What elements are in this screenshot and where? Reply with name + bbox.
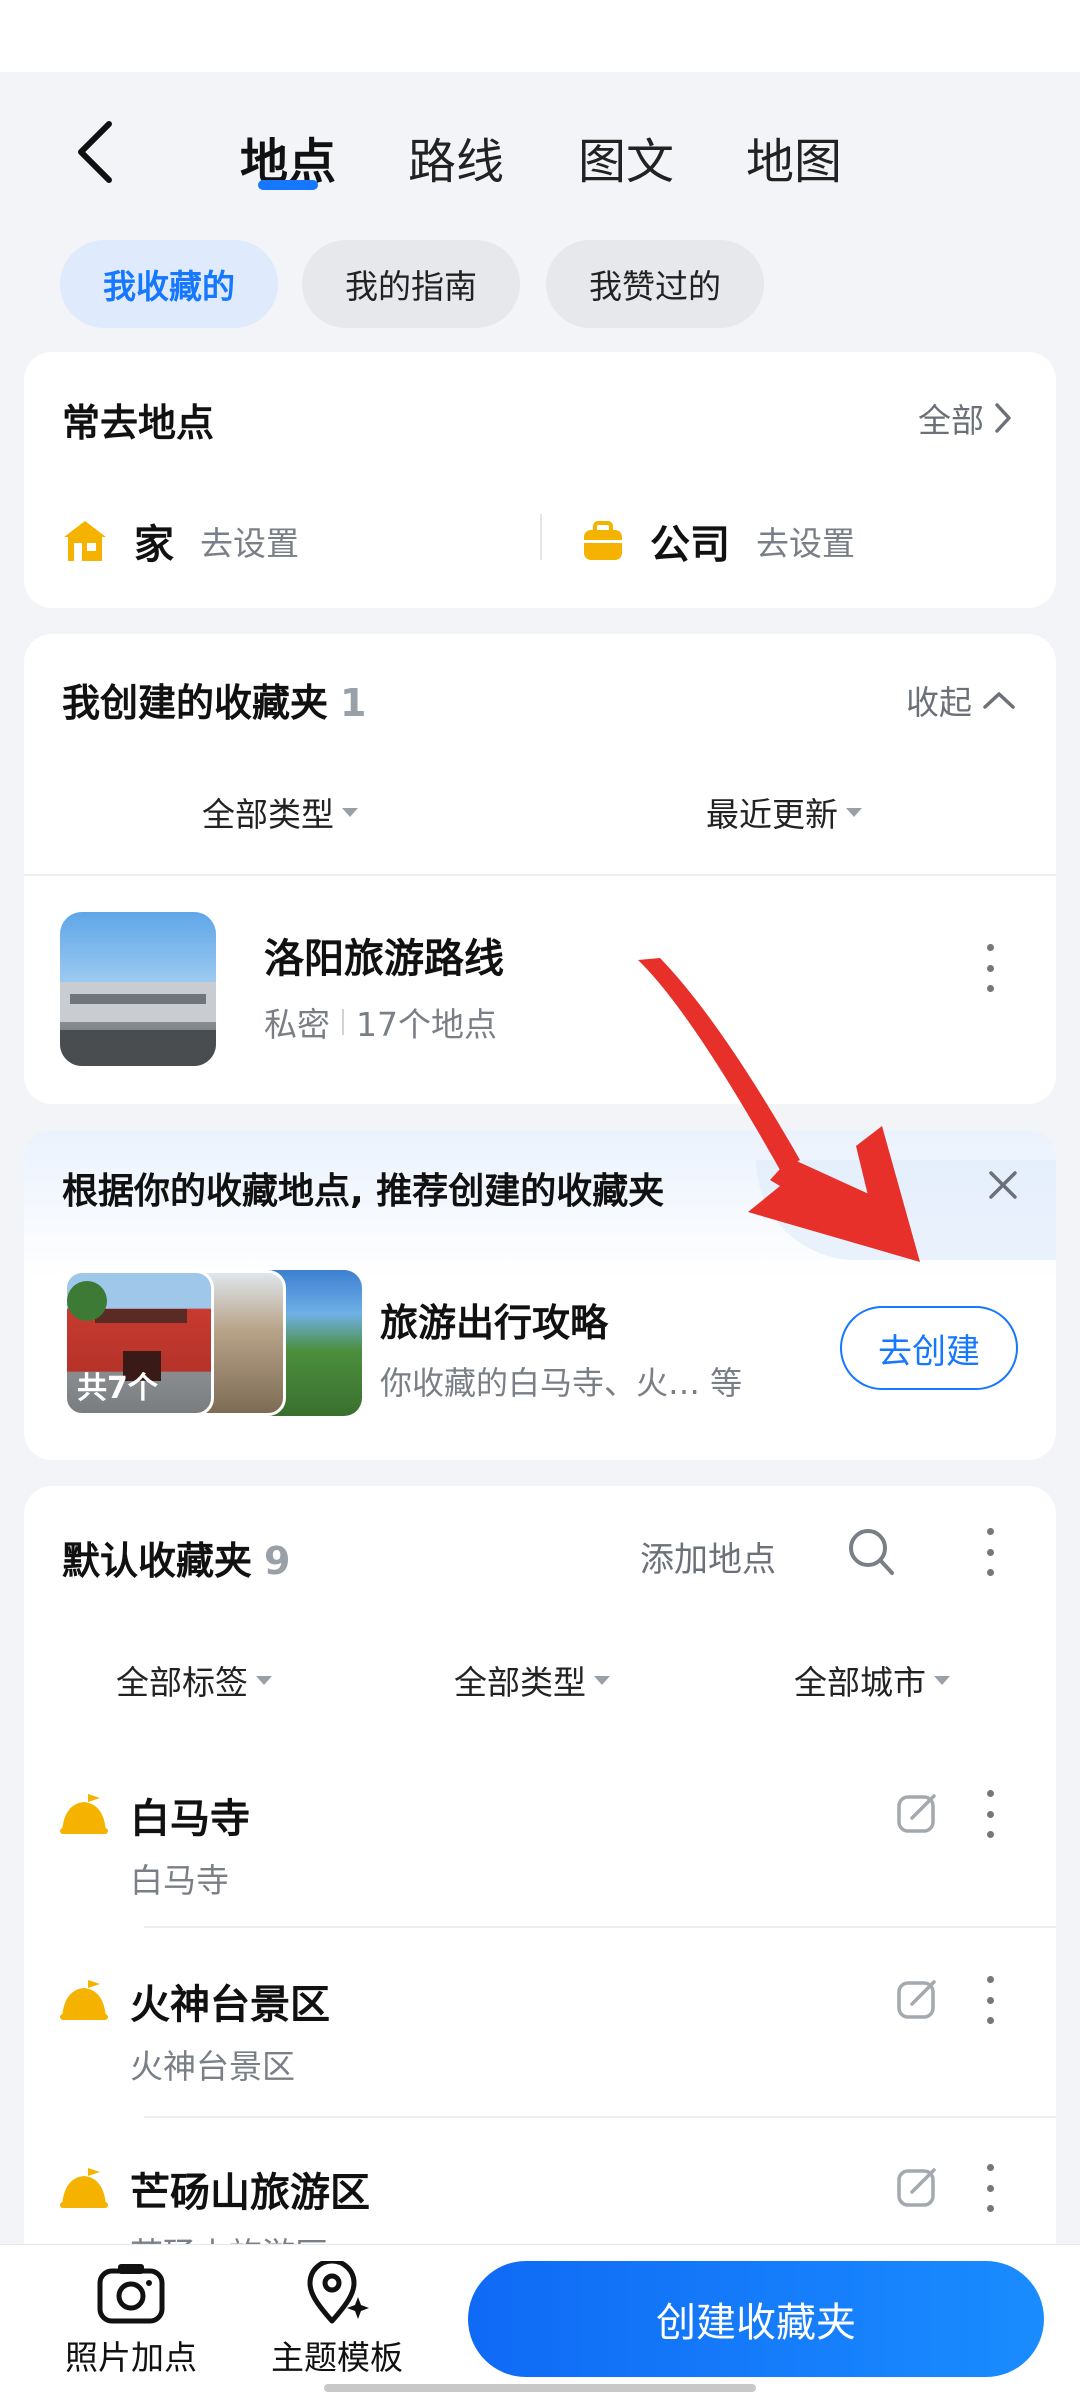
tab-routes[interactable]: 路线	[408, 122, 504, 192]
meta-divider	[342, 1009, 344, 1035]
my-folders-count: 1	[340, 681, 367, 725]
all-label: 全部	[918, 401, 984, 440]
top-nav: 地点 路线 图文 地图	[0, 72, 1080, 232]
home-set-action: 去设置	[200, 524, 299, 563]
back-arrow-icon	[78, 121, 112, 183]
edit-icon[interactable]	[896, 1978, 938, 2020]
photo-add-place-label: 照片加点	[65, 2338, 197, 2377]
recommend-desc: 你收藏的白马寺、火… 等	[380, 1364, 743, 1402]
vertical-divider	[540, 514, 542, 560]
chevron-up-icon	[983, 692, 1015, 709]
photo-count-badge: 共7个	[77, 1371, 158, 1406]
theme-template-button[interactable]: 主题模板	[262, 2261, 412, 2379]
close-icon[interactable]	[988, 1170, 1018, 1200]
back-button[interactable]	[60, 112, 130, 192]
folder-meta: 私密 17个地点	[264, 998, 497, 1046]
place-name: 白马寺	[130, 1796, 250, 1842]
folder-name: 洛阳旅游路线	[264, 936, 504, 982]
sort-filter-label: 最近更新	[706, 795, 838, 834]
scenic-spot-icon	[60, 1794, 108, 1834]
caret-down-icon	[256, 1675, 272, 1685]
my-folders-title-text: 我创建的收藏夹	[62, 681, 329, 725]
default-folder-card: 默认收藏夹 9 添加地点 全部标签 全部类型 全部城市 白马寺 白马寺 火神台景…	[24, 1486, 1056, 2286]
default-folder-title: 默认收藏夹 9	[62, 1530, 290, 1585]
active-tab-indicator	[258, 180, 318, 190]
caret-down-icon	[934, 1675, 950, 1685]
add-place-link[interactable]: 添加地点	[640, 1532, 776, 1581]
type-filter-dropdown[interactable]: 全部类型	[202, 788, 358, 836]
default-folder-more-icon[interactable]	[980, 1528, 1000, 1576]
collapse-toggle[interactable]: 收起	[906, 676, 1016, 724]
theme-template-label: 主题模板	[271, 2338, 403, 2377]
frequent-places-card: 常去地点 全部 家 去设置 公司 去设置	[24, 352, 1056, 608]
tab-map[interactable]: 地图	[746, 122, 842, 192]
collapse-label: 收起	[906, 683, 972, 722]
default-folder-title-text: 默认收藏夹	[62, 1539, 253, 1583]
edit-icon[interactable]	[896, 1792, 938, 1834]
chip-my-favorites[interactable]: 我收藏的	[60, 240, 278, 328]
caret-down-icon	[342, 807, 358, 817]
divider	[144, 2116, 1056, 2118]
folder-place-count: 17个地点	[356, 1005, 497, 1044]
create-folder-button[interactable]: 创建收藏夹	[468, 2261, 1044, 2377]
location-sparkle-icon	[307, 2261, 369, 2324]
work-set-action: 去设置	[756, 524, 855, 563]
city-filter-label: 全部城市	[794, 1663, 926, 1702]
search-icon[interactable]	[846, 1526, 896, 1578]
caret-down-icon	[846, 807, 862, 817]
place-sub: 白马寺	[130, 1861, 229, 1900]
place-more-icon[interactable]	[980, 2164, 1000, 2212]
camera-icon	[97, 2264, 165, 2324]
frequent-places-title: 常去地点	[62, 401, 215, 445]
caret-down-icon	[594, 1675, 610, 1685]
home-entry[interactable]: 家 去设置	[62, 512, 299, 570]
work-label: 公司	[650, 522, 730, 568]
photo-add-place-button[interactable]: 照片加点	[56, 2261, 206, 2379]
my-folders-title: 我创建的收藏夹 1	[62, 672, 366, 727]
go-create-button[interactable]: 去创建	[840, 1306, 1018, 1390]
status-bar	[0, 0, 1080, 72]
city-filter-dropdown[interactable]: 全部城市	[794, 1656, 950, 1704]
recommend-title: 根据你的收藏地点, 推荐创建的收藏夹	[62, 1171, 665, 1212]
place-more-icon[interactable]	[980, 1976, 1000, 2024]
sort-filter-dropdown[interactable]: 最近更新	[706, 788, 862, 836]
place-name: 火神台景区	[130, 1982, 330, 2028]
edit-icon[interactable]	[896, 2166, 938, 2208]
recommend-thumbnails: 共7个	[64, 1270, 364, 1418]
work-entry[interactable]: 公司 去设置	[582, 512, 855, 570]
chip-my-guides[interactable]: 我的指南	[302, 240, 520, 328]
red-arrow-annotation	[638, 958, 920, 1262]
scenic-spot-icon	[60, 2168, 108, 2208]
home-indicator	[324, 2384, 756, 2392]
frequent-all-link[interactable]: 全部	[918, 394, 1012, 442]
tag-filter-label: 全部标签	[116, 1663, 248, 1702]
chip-liked[interactable]: 我赞过的	[546, 240, 764, 328]
folder-privacy: 私密	[264, 1005, 330, 1044]
type-filter-label-2: 全部类型	[454, 1663, 586, 1702]
place-more-icon[interactable]	[980, 1790, 1000, 1838]
place-sub: 火神台景区	[130, 2047, 295, 2086]
default-folder-count: 9	[264, 1539, 291, 1583]
scenic-spot-icon	[60, 1980, 108, 2020]
recommend-name: 旅游出行攻略	[380, 1301, 609, 1345]
divider	[144, 1926, 1056, 1928]
home-icon	[64, 521, 106, 561]
bottom-bar: 照片加点 主题模板 创建收藏夹	[0, 2244, 1080, 2400]
place-name: 芒砀山旅游区	[130, 2170, 370, 2216]
briefcase-icon	[584, 521, 622, 560]
folder-thumbnail	[60, 912, 216, 1066]
thumb-front: 共7个	[64, 1270, 214, 1416]
type-filter-label: 全部类型	[202, 795, 334, 834]
folder-more-icon[interactable]	[980, 944, 1000, 992]
tag-filter-dropdown[interactable]: 全部标签	[116, 1656, 272, 1704]
home-label: 家	[134, 522, 174, 568]
chevron-right-icon	[995, 403, 1011, 433]
type-filter-dropdown-2[interactable]: 全部类型	[454, 1656, 610, 1704]
tab-posts[interactable]: 图文	[578, 122, 674, 192]
